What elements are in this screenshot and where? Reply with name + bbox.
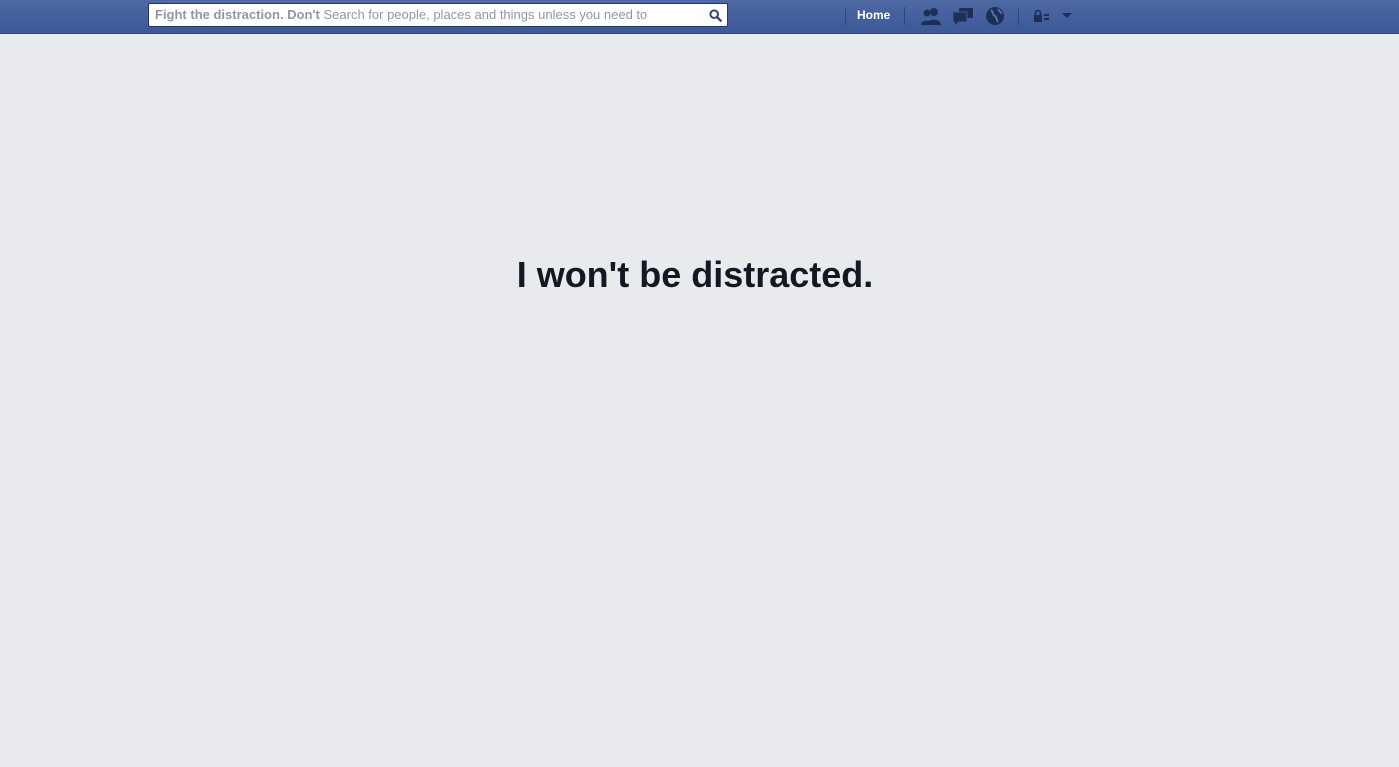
search-icon	[708, 8, 722, 22]
search-placeholder: Search for people, places and things unl…	[323, 7, 648, 22]
friend-requests-button[interactable]	[918, 5, 944, 27]
nav-divider	[1018, 7, 1019, 25]
messages-button[interactable]	[950, 5, 976, 27]
globe-icon	[986, 7, 1004, 25]
nav-divider	[904, 7, 905, 25]
messages-icon	[952, 8, 973, 25]
top-bar: Fight the distraction. Don't Search for …	[0, 0, 1399, 34]
privacy-shortcuts-button[interactable]	[1028, 5, 1054, 27]
search-input[interactable]: Fight the distraction. Don't Search for …	[149, 4, 703, 26]
chevron-down-icon	[1062, 13, 1072, 18]
account-menu-button[interactable]	[1054, 5, 1080, 27]
search-box[interactable]: Fight the distraction. Don't Search for …	[148, 3, 728, 27]
nav-divider	[845, 7, 846, 25]
search-prefix: Fight the distraction. Don't	[155, 7, 320, 22]
main-message: I won't be distracted.	[516, 254, 874, 295]
notifications-button[interactable]	[982, 5, 1008, 27]
search-button[interactable]	[703, 4, 727, 26]
privacy-lock-icon	[1034, 9, 1049, 22]
home-link[interactable]: Home	[857, 8, 890, 22]
friends-icon	[921, 8, 941, 25]
